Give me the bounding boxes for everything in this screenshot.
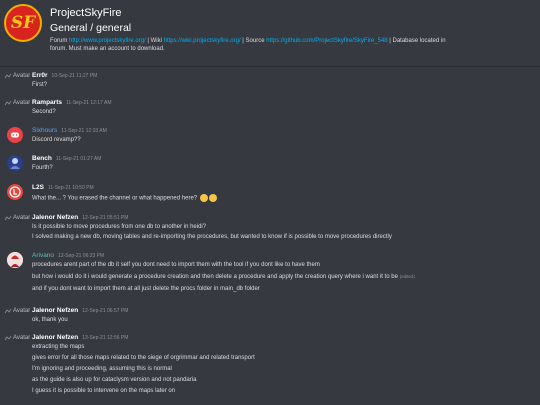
avatar[interactable] bbox=[7, 184, 23, 200]
message-text: ok, thank you bbox=[32, 317, 68, 323]
message-author[interactable]: Jalenor Nefzen 12-Sep-21 06:57 PM bbox=[32, 307, 128, 314]
user-avatar-icon bbox=[7, 252, 23, 268]
source-link[interactable]: https://github.com/ProjectSkyfire/SkyFir… bbox=[266, 38, 387, 44]
avatar-placeholder: Avatar bbox=[4, 214, 30, 222]
message-timestamp: 11-Sep-21 12:17 AM bbox=[65, 100, 112, 106]
message-text: First? bbox=[32, 82, 47, 88]
message-author[interactable]: Arivano 12-Sep-21 06:23 PM bbox=[32, 252, 104, 259]
grinning-emoji-icon bbox=[199, 194, 208, 202]
message-text: extracting the maps bbox=[32, 344, 85, 350]
user-avatar-icon bbox=[7, 155, 23, 171]
message-author[interactable]: Err0r 10-Sep-21 11:27 PM bbox=[32, 72, 97, 79]
message-author[interactable]: Ramparts 11-Sep-21 12:17 AM bbox=[32, 99, 111, 106]
message-timestamp: 11-Sep-21 01:27 AM bbox=[55, 156, 102, 162]
message-author[interactable]: Jalenor Nefzen 13-Sep-21 12:56 PM bbox=[32, 334, 128, 341]
broken-image-icon bbox=[4, 72, 12, 80]
forum-link[interactable]: http://www.projectskyfire.org/ bbox=[69, 38, 146, 44]
message-text: Is it possible to move procedures from o… bbox=[32, 224, 207, 230]
thinking-emoji-icon bbox=[208, 194, 217, 202]
broken-image-icon bbox=[4, 99, 12, 107]
message-author[interactable]: Jalenor Nefzen 12-Sep-21 05:51 PM bbox=[32, 214, 128, 221]
message-timestamp: 12-Sep-21 06:57 PM bbox=[82, 308, 129, 314]
channel-path: General / general bbox=[50, 22, 132, 34]
message-timestamp: 12-Sep-21 05:51 PM bbox=[82, 215, 129, 221]
message-text: Discord revamp?? bbox=[32, 137, 81, 143]
broken-image-icon bbox=[4, 214, 12, 222]
topic-text: Forum bbox=[50, 38, 70, 44]
message-text: and if you dont want to import them at a… bbox=[32, 286, 260, 292]
message-text: What the... ? You erased the channel or … bbox=[32, 194, 217, 202]
channel-header: SF ProjectSkyFire General / general Foru… bbox=[0, 0, 540, 67]
channel-topic: Forum http://www.projectskyfire.org/ | W… bbox=[50, 37, 525, 53]
message-author[interactable]: L2S 11-Sep-21 10:50 PM bbox=[32, 184, 94, 191]
topic-text: forum. Must make an account to download. bbox=[50, 46, 165, 52]
message-text: I solved making a new db, moving tables … bbox=[32, 234, 392, 240]
message-timestamp: 10-Sep-21 11:27 PM bbox=[51, 73, 98, 79]
avatar-placeholder: Avatar bbox=[4, 99, 30, 107]
avatar[interactable] bbox=[7, 127, 23, 143]
avatar-placeholder: Avatar bbox=[4, 334, 30, 342]
avatar[interactable] bbox=[7, 155, 23, 171]
message-list: Avatar Err0r 10-Sep-21 11:27 PM First? Av… bbox=[0, 66, 540, 405]
edited-label: (edited) bbox=[399, 274, 415, 279]
message-timestamp: 13-Sep-21 12:56 PM bbox=[82, 335, 129, 341]
avatar-placeholder: Avatar bbox=[4, 72, 30, 80]
message-text: procedures arent part of the db it self … bbox=[32, 262, 320, 268]
topic-text: | Source bbox=[240, 38, 267, 44]
broken-image-icon bbox=[4, 307, 12, 315]
message-text: as the guide is also up for cataclysm ve… bbox=[32, 377, 197, 383]
server-name: ProjectSkyFire bbox=[50, 7, 122, 19]
message-author[interactable]: Bench 11-Sep-21 01:27 AM bbox=[32, 155, 101, 162]
message-timestamp: 12-Sep-21 06:23 PM bbox=[58, 253, 105, 259]
broken-image-icon bbox=[4, 334, 12, 342]
message-author[interactable]: Sixhours 11-Sep-21 12:33 AM bbox=[32, 127, 107, 134]
message-text: I guess it is possible to intervene on t… bbox=[32, 388, 176, 394]
user-avatar-icon bbox=[9, 186, 21, 198]
message-text: gives error for all those maps related t… bbox=[32, 355, 255, 361]
message-text: Fourth? bbox=[32, 165, 53, 171]
avatar[interactable] bbox=[7, 252, 23, 268]
message-text: but how i would do it i would generate a… bbox=[32, 274, 415, 280]
server-icon[interactable]: SF bbox=[4, 4, 42, 42]
topic-text: | Wiki bbox=[145, 38, 164, 44]
message-text: I'm ignoring and proceeding, assuming th… bbox=[32, 366, 172, 372]
discord-logo-icon bbox=[11, 132, 19, 138]
avatar-placeholder: Avatar bbox=[4, 307, 30, 315]
topic-text: | Database located in bbox=[387, 38, 446, 44]
wiki-link[interactable]: https://wiki.projectskyfire.org/ bbox=[164, 38, 241, 44]
message-timestamp: 11-Sep-21 12:33 AM bbox=[61, 128, 107, 134]
message-timestamp: 11-Sep-21 10:50 PM bbox=[47, 185, 94, 191]
message-text: Second? bbox=[32, 109, 56, 115]
